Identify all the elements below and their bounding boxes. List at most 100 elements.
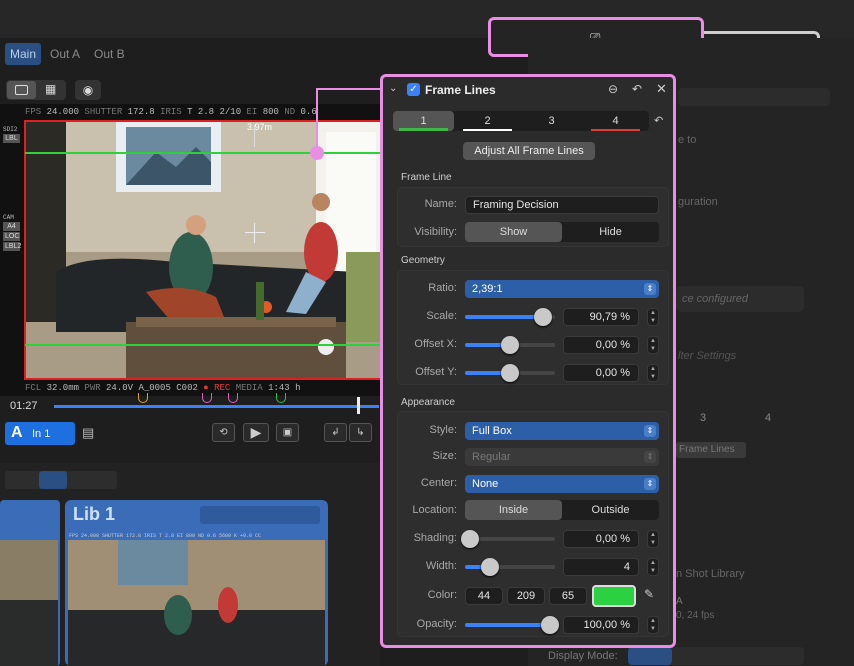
go-to-out-button[interactable]: ↳ [349, 423, 372, 442]
shading-value[interactable]: 0,00 % [563, 530, 639, 548]
opacity-slider-fill [465, 623, 550, 627]
location-label: Location: [412, 504, 457, 516]
offset-x-slider-knob[interactable] [501, 336, 519, 354]
grid-view-button[interactable]: ▦ [37, 81, 66, 99]
offset-y-slider[interactable] [465, 364, 555, 382]
color-red-field[interactable]: 44 [465, 587, 503, 605]
scale-slider-knob[interactable] [533, 308, 552, 326]
opacity-label: Opacity: [416, 618, 457, 630]
shading-slider[interactable] [461, 530, 555, 548]
tab-2-label: 2 [484, 115, 491, 127]
chevron-updown-icon: ⇕ [644, 451, 656, 463]
style-label: Style: [429, 424, 457, 436]
reset-icon[interactable]: ↶ [632, 82, 642, 96]
opacity-slider[interactable] [465, 616, 559, 634]
opacity-value[interactable]: 100,00 % [563, 616, 639, 634]
library-view-button-active[interactable] [39, 471, 67, 489]
library-toolbar [200, 506, 320, 524]
center-value: None [472, 478, 499, 490]
offset-x-slider[interactable] [465, 336, 555, 354]
chevron-down-icon[interactable]: ⌄ [389, 83, 397, 94]
single-view-button[interactable] [7, 81, 36, 99]
width-stepper[interactable]: ▲ ▼ [647, 558, 659, 576]
scale-stepper[interactable]: ▲ ▼ [647, 308, 659, 326]
timeline-marker-pink-2[interactable] [228, 393, 238, 403]
timeline-marker-green[interactable] [276, 393, 286, 403]
snapshot-button[interactable]: ▣ [276, 423, 299, 442]
width-slider-knob[interactable] [481, 558, 499, 576]
opacity-slider-knob[interactable] [541, 616, 559, 634]
offset-x-value[interactable]: 0,00 % [563, 336, 639, 354]
appearance-section-title: Appearance [401, 397, 455, 408]
scale-value[interactable]: 90,79 % [563, 308, 639, 326]
timeline-marker-pink[interactable] [202, 393, 212, 403]
width-slider[interactable] [465, 558, 555, 576]
visibility-hide[interactable]: Hide [562, 222, 659, 242]
grid-icon: ▦ [45, 82, 57, 96]
timeline-marker-orange[interactable] [138, 393, 148, 403]
visibility-show[interactable]: Show [465, 222, 562, 242]
chevron-updown-icon: ⇕ [644, 283, 656, 295]
library-hud: FPS 24.000 SHUTTER 172.8 IRIS T 2.8 EI 8… [69, 533, 262, 539]
name-field[interactable]: Framing Decision [465, 196, 659, 214]
visibility-label: Visibility: [414, 226, 457, 238]
shading-stepper[interactable]: ▲ ▼ [647, 530, 659, 548]
tab-reset-icon[interactable]: ↶ [654, 114, 663, 127]
play-button[interactable]: ▶ [243, 423, 269, 442]
more-icon[interactable]: ⊖ [608, 82, 618, 96]
offset-y-stepper[interactable]: ▲ ▼ [647, 364, 659, 382]
clip-thumbnail [0, 540, 58, 666]
tab-main[interactable]: Main [5, 43, 42, 65]
tab-frame-line-2[interactable]: 2 [457, 111, 518, 131]
location-outside[interactable]: Outside [562, 500, 659, 520]
location-inside[interactable]: Inside [465, 500, 562, 520]
color-blue-field[interactable]: 65 [549, 587, 587, 605]
style-select[interactable]: Full Box ⇕ [465, 422, 659, 440]
bg-display-mode-label: Display Mode: [548, 650, 618, 662]
offset-y-slider-knob[interactable] [501, 364, 519, 382]
eye-button[interactable]: ◉ [75, 80, 101, 100]
bg-text-configured: ce configured [676, 286, 804, 312]
chevron-updown-icon: ⇕ [644, 478, 656, 490]
adjust-all-button[interactable]: Adjust All Frame Lines [463, 142, 595, 160]
offset-x-stepper[interactable]: ▲ ▼ [647, 336, 659, 354]
center-select[interactable]: None ⇕ [465, 475, 659, 493]
color-green-field[interactable]: 209 [507, 587, 545, 605]
bg-field [678, 88, 830, 106]
tab-frame-line-4[interactable]: 4 [585, 111, 646, 131]
enable-checkbox[interactable]: ✓ [407, 83, 420, 96]
library-view-toggle [5, 471, 117, 489]
scale-slider[interactable] [465, 308, 555, 326]
in-point-button[interactable]: A In 1 [5, 422, 75, 445]
offset-y-value[interactable]: 0,00 % [563, 364, 639, 382]
ratio-select[interactable]: 2,39:1 ⇕ [465, 280, 659, 298]
shading-label: Shading: [413, 532, 457, 544]
size-select: Regular ⇕ [465, 448, 659, 466]
tab-frame-line-1[interactable]: 1 [393, 111, 454, 131]
bg-display-mode-control [628, 647, 804, 665]
chevron-updown-icon: ⇕ [644, 425, 656, 437]
library-title: Lib 1 [73, 504, 116, 524]
film-icon[interactable]: ▤ [82, 425, 94, 441]
library-card[interactable]: Lib 1 FPS 24.000 SHUTTER 172.8 IRIS T 2.… [65, 500, 328, 666]
timeline-track[interactable] [54, 405, 379, 408]
tab-out-a[interactable]: Out A [45, 43, 85, 65]
bg-text-shot-library: n Shot Library [676, 568, 745, 580]
width-value[interactable]: 4 [563, 558, 639, 576]
loc-badge: LOC [3, 232, 20, 241]
eyedropper-icon[interactable]: ✎ [644, 587, 654, 601]
tab-out-b[interactable]: Out B [89, 43, 130, 65]
single-view-icon [15, 85, 28, 95]
lbl-badge: LBL [3, 134, 20, 143]
go-to-in-button[interactable]: ↲ [324, 423, 347, 442]
tab-frame-line-3[interactable]: 3 [521, 111, 582, 131]
library-clip-prev[interactable] [0, 500, 60, 666]
scale-slider-fill [465, 315, 543, 319]
loop-button[interactable]: ⟲ [212, 423, 235, 442]
opacity-stepper[interactable]: ▲ ▼ [647, 616, 659, 634]
close-icon[interactable]: ✕ [656, 81, 667, 97]
frame-line-top [25, 152, 382, 154]
shading-slider-knob[interactable] [461, 530, 479, 548]
playhead[interactable] [357, 397, 360, 414]
color-swatch[interactable] [592, 585, 636, 607]
